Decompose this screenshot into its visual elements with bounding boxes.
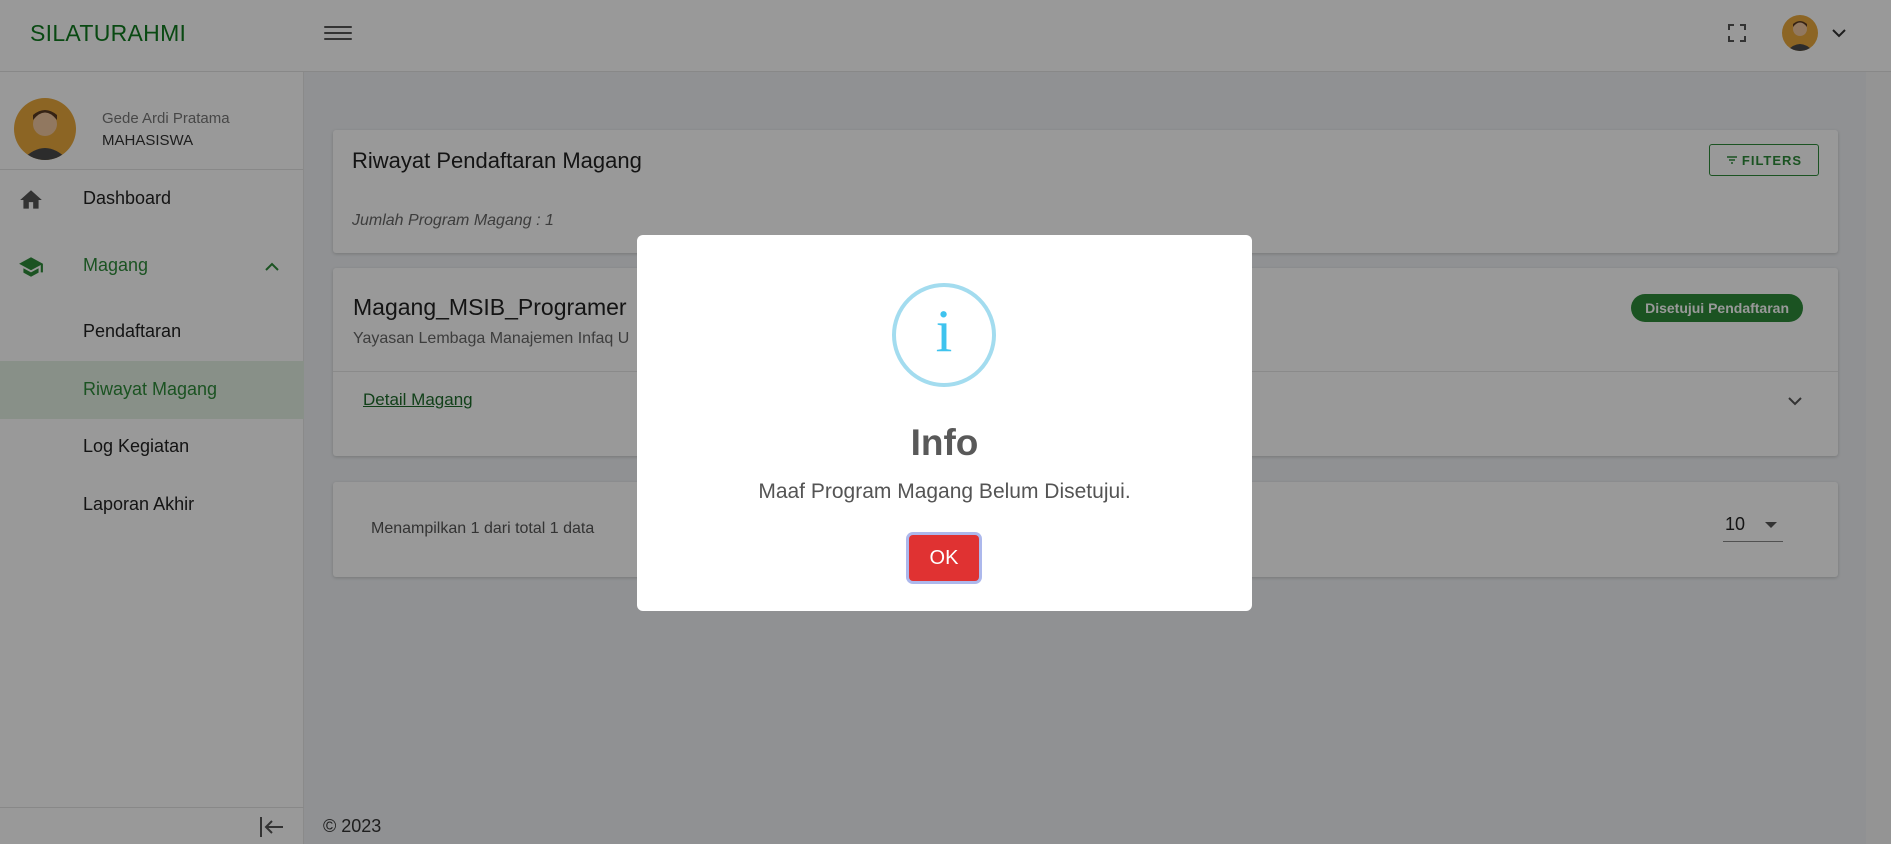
dialog-title: Info	[910, 422, 979, 463]
info-dialog: i Info Maaf Program Magang Belum Disetuj…	[637, 235, 1252, 611]
info-icon: i	[892, 283, 996, 387]
ok-button[interactable]: OK	[909, 535, 979, 581]
dialog-message: Maaf Program Magang Belum Disetujui.	[758, 480, 1131, 503]
